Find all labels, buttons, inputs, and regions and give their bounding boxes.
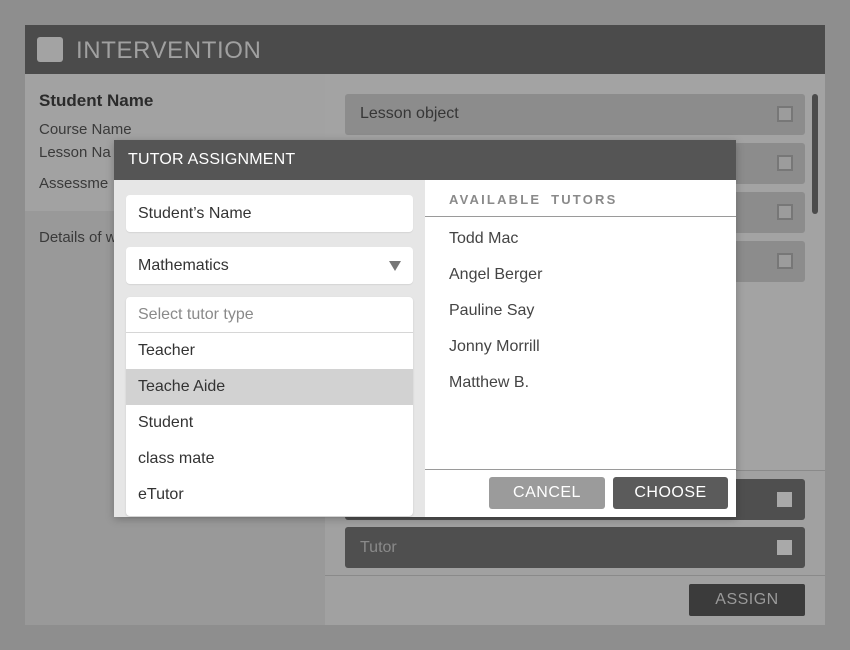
modal-header: TUTOR ASSIGNMENT (114, 140, 736, 180)
tutor-type-option-student[interactable]: Student (126, 405, 413, 441)
tutor-type-option-class-mate[interactable]: class mate (126, 441, 413, 477)
tutor-type-option-teacher-aide[interactable]: Teache Aide (126, 369, 413, 405)
heading-divider (425, 216, 736, 217)
footer-divider (425, 469, 736, 470)
window-header: INTERVENTION (25, 25, 825, 74)
available-tutors-panel: AVAILABLE TUTORS Todd Mac Angel Berger P… (425, 180, 736, 517)
assign-divider (325, 575, 825, 576)
tutor-item-todd-mac[interactable]: Todd Mac (449, 230, 518, 248)
tutor-type-option-teacher[interactable]: Teacher (126, 333, 413, 369)
student-name-input[interactable] (126, 195, 413, 232)
subject-select[interactable]: Mathematics (126, 247, 413, 284)
tutor-item-angel-berger[interactable]: Angel Berger (449, 266, 542, 284)
cancel-button[interactable]: CANCEL (489, 477, 605, 509)
object-row-checkbox[interactable] (777, 204, 793, 220)
lesson-object-label: Lesson object (360, 105, 459, 122)
assignment-row-checkbox[interactable] (777, 492, 792, 507)
objects-scrollbar[interactable] (812, 94, 818, 214)
tutor-type-placeholder: Select tutor type (126, 297, 413, 333)
app-square-icon (37, 37, 63, 62)
tutor-item-matthew-b[interactable]: Matthew B. (449, 374, 529, 392)
choose-button[interactable]: CHOOSE (613, 477, 728, 509)
tutor-type-dropdown[interactable]: Select tutor type Teacher Teache Aide St… (126, 297, 413, 516)
window-title: INTERVENTION (76, 37, 262, 64)
tutor-item-jonny-morrill[interactable]: Jonny Morrill (449, 338, 540, 356)
tutor-row-label: Tutor (360, 539, 397, 556)
tutor-type-option-etutor[interactable]: eTutor (126, 477, 413, 513)
object-row-checkbox[interactable] (777, 155, 793, 171)
lesson-name: Lesson Na (39, 144, 111, 161)
assessment-label: Assessme (39, 175, 109, 192)
lesson-object-row[interactable]: Lesson object (345, 94, 805, 135)
tutor-item-pauline-say[interactable]: Pauline Say (449, 302, 534, 320)
course-name: Course Name (39, 121, 132, 138)
student-name: Student Name (39, 91, 154, 110)
tutor-row[interactable]: Tutor (345, 527, 805, 568)
lesson-object-checkbox[interactable] (777, 106, 793, 122)
assign-button[interactable]: ASSIGN (689, 584, 805, 616)
object-row-checkbox[interactable] (777, 253, 793, 269)
available-tutors-heading: AVAILABLE TUTORS (449, 192, 618, 207)
tutor-assignment-modal: TUTOR ASSIGNMENT Mathematics Select tuto… (114, 140, 736, 517)
tutor-row-checkbox[interactable] (777, 540, 792, 555)
subject-select-value: Mathematics (138, 257, 229, 274)
chevron-down-icon (389, 261, 401, 271)
modal-title: TUTOR ASSIGNMENT (128, 151, 296, 168)
